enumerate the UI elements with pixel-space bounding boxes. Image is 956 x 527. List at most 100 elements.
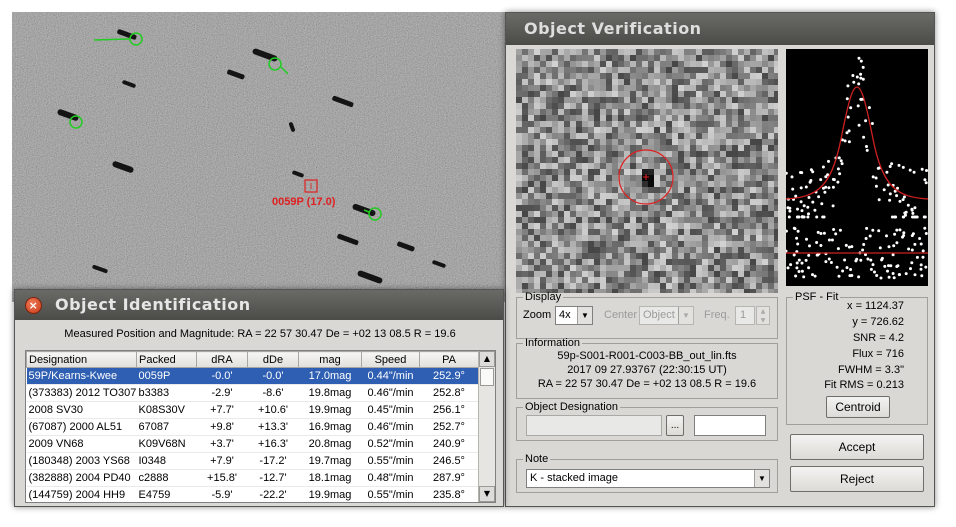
cell-speed: 0.55"/min	[361, 452, 420, 470]
designation-input[interactable]	[694, 415, 766, 436]
psf-y: y = 726.62	[852, 316, 904, 328]
cell-mag: 18.1mag	[298, 469, 362, 487]
psf-flux: Flux = 716	[852, 348, 904, 360]
display-legend: Display	[525, 291, 562, 303]
chevron-down-icon: ▼	[577, 307, 592, 324]
star-field-image[interactable]: 0059P (17.0)	[12, 12, 512, 302]
centroid-button[interactable]: Centroid	[826, 396, 890, 418]
cell-pa: 252.8°	[419, 384, 479, 402]
cell-pa: 252.9°	[419, 367, 479, 385]
center-label: Center	[604, 309, 638, 321]
col-designation[interactable]: Designation	[26, 351, 137, 368]
freq-input[interactable]: 1	[735, 306, 755, 325]
info-filename: 59p-S001-R001-C003-BB_out_lin.fts	[557, 350, 737, 362]
cell-dra: -5.9'	[196, 486, 248, 502]
cell-mag: 16.9mag	[298, 418, 362, 436]
cell-dra: +7.9'	[196, 452, 248, 470]
cell-dde: -12.7'	[247, 469, 299, 487]
table-row[interactable]: (144759) 2004 HH9 E4759 -5.9' -22.2' 19.9mag…	[26, 486, 479, 502]
psf-fwhm: FWHM = 3.3"	[838, 364, 904, 376]
freq-spinner[interactable]: ▲ ▼	[756, 306, 770, 325]
cell-packed: 0059P	[136, 367, 197, 385]
cell-packed: K08S30V	[136, 401, 197, 419]
cell-designation: 2009 VN68	[26, 435, 137, 453]
cell-pa: 246.5°	[419, 452, 479, 470]
scroll-thumb[interactable]	[480, 368, 494, 386]
close-icon[interactable]: ×	[25, 297, 42, 314]
cell-designation: (382888) 2004 PD40	[26, 469, 137, 487]
zoom-preview-image[interactable]	[516, 49, 778, 293]
cell-packed: E4759	[136, 486, 197, 502]
cell-designation: 2008 SV30	[26, 401, 137, 419]
col-speed[interactable]: Speed	[361, 351, 420, 368]
cell-packed: I0348	[136, 452, 197, 470]
center-select[interactable]: Object ▼	[639, 306, 694, 325]
table-row[interactable]: (67087) 2000 AL51 67087 +9.8' +13.3' 16.9mag…	[26, 418, 479, 436]
target-label: 0059P (17.0)	[272, 196, 336, 208]
col-packed[interactable]: Packed	[136, 351, 197, 368]
cell-mag: 19.9mag	[298, 401, 362, 419]
cell-dra: +9.8'	[196, 418, 248, 436]
cell-pa: 287.9°	[419, 469, 479, 487]
psf-profile-points	[786, 56, 928, 219]
accept-button[interactable]: Accept	[790, 434, 924, 460]
cell-speed: 0.55"/min	[361, 486, 420, 502]
object-verification-window: Object Verification Display Zoom 4x ▼ Ce…	[505, 12, 935, 507]
cell-mag: 17.0mag	[298, 367, 362, 385]
scroll-up-icon[interactable]: ▲	[479, 351, 495, 367]
cell-dde: +16.3'	[247, 435, 299, 453]
table-row[interactable]: (373383) 2012 TO307 b3383 -2.9' -8.6' 19.8ma…	[26, 384, 479, 402]
cell-dde: -17.2'	[247, 452, 299, 470]
col-dde[interactable]: dDe	[247, 351, 299, 368]
desktop: 0059P (17.0) Object Verification Display…	[0, 0, 956, 527]
cell-dde: +13.3'	[247, 418, 299, 436]
spinner-down-icon[interactable]: ▼	[757, 316, 769, 325]
psf-snr: SNR = 4.2	[852, 332, 904, 344]
cell-pa: 240.9°	[419, 435, 479, 453]
cell-dra: +7.7'	[196, 401, 248, 419]
identification-title: Object Identification	[55, 295, 251, 314]
freq-label: Freq.	[704, 309, 730, 321]
cell-packed: b3383	[136, 384, 197, 402]
table-row[interactable]: 59P/Kearns-Kwee 0059P -0.0' -0.0' 17.0mag 0.4…	[26, 367, 479, 385]
chevron-down-icon: ▼	[754, 470, 769, 487]
cell-speed: 0.46"/min	[361, 384, 420, 402]
cell-pa: 235.8°	[419, 486, 479, 502]
col-mag[interactable]: mag	[298, 351, 362, 368]
col-pa[interactable]: PA	[419, 351, 479, 368]
table-row[interactable]: 2009 VN68 K09V68N +3.7' +16.3' 20.8mag 0.52"/…	[26, 435, 479, 453]
cell-packed: K09V68N	[136, 435, 197, 453]
cell-dde: +10.6'	[247, 401, 299, 419]
cell-designation: (144759) 2004 HH9	[26, 486, 137, 502]
object-designation-legend: Object Designation	[525, 401, 618, 413]
cell-dra: +15.8'	[196, 469, 248, 487]
psf-x: x = 1124.37	[847, 300, 904, 312]
browse-button[interactable]: ...	[666, 415, 684, 436]
table-row[interactable]: (382888) 2004 PD40 c2888 +15.8' -12.7' 18.1m…	[26, 469, 479, 487]
cell-speed: 0.48"/min	[361, 469, 420, 487]
zoom-value: 4x	[559, 309, 571, 321]
cell-speed: 0.52"/min	[361, 435, 420, 453]
cell-mag: 19.7mag	[298, 452, 362, 470]
reject-button[interactable]: Reject	[790, 466, 924, 492]
zoom-select[interactable]: 4x ▼	[555, 306, 593, 325]
spinner-up-icon[interactable]: ▲	[757, 307, 769, 316]
cell-pa: 252.7°	[419, 418, 479, 436]
note-select[interactable]: K - stacked image ▼	[526, 469, 770, 488]
cell-dra: -2.9'	[196, 384, 248, 402]
cell-mag: 19.9mag	[298, 486, 362, 502]
note-legend: Note	[525, 453, 549, 465]
cell-speed: 0.44"/min	[361, 367, 420, 385]
cell-speed: 0.46"/min	[361, 418, 420, 436]
info-datetime: 2017 09 27.93767 (22:30:15 UT)	[567, 364, 727, 376]
info-position: RA = 22 57 30.47 De = +02 13 08.5 R = 19…	[537, 378, 757, 390]
table-row[interactable]: 2008 SV30 K08S30V +7.7' +10.6' 19.9mag 0.45"/…	[26, 401, 479, 419]
note-value: K - stacked image	[530, 472, 619, 484]
table-scrollbar[interactable]: ▲ ▼	[478, 351, 495, 502]
table-row[interactable]: (180348) 2003 YS68 I0348 +7.9' -17.2' 19.7ma…	[26, 452, 479, 470]
psf-legend: PSF - Fit	[795, 291, 839, 303]
cell-dde: -0.0'	[247, 367, 299, 385]
col-dra[interactable]: dRA	[196, 351, 248, 368]
cell-dra: -0.0'	[196, 367, 248, 385]
scroll-down-icon[interactable]: ▼	[479, 486, 495, 502]
